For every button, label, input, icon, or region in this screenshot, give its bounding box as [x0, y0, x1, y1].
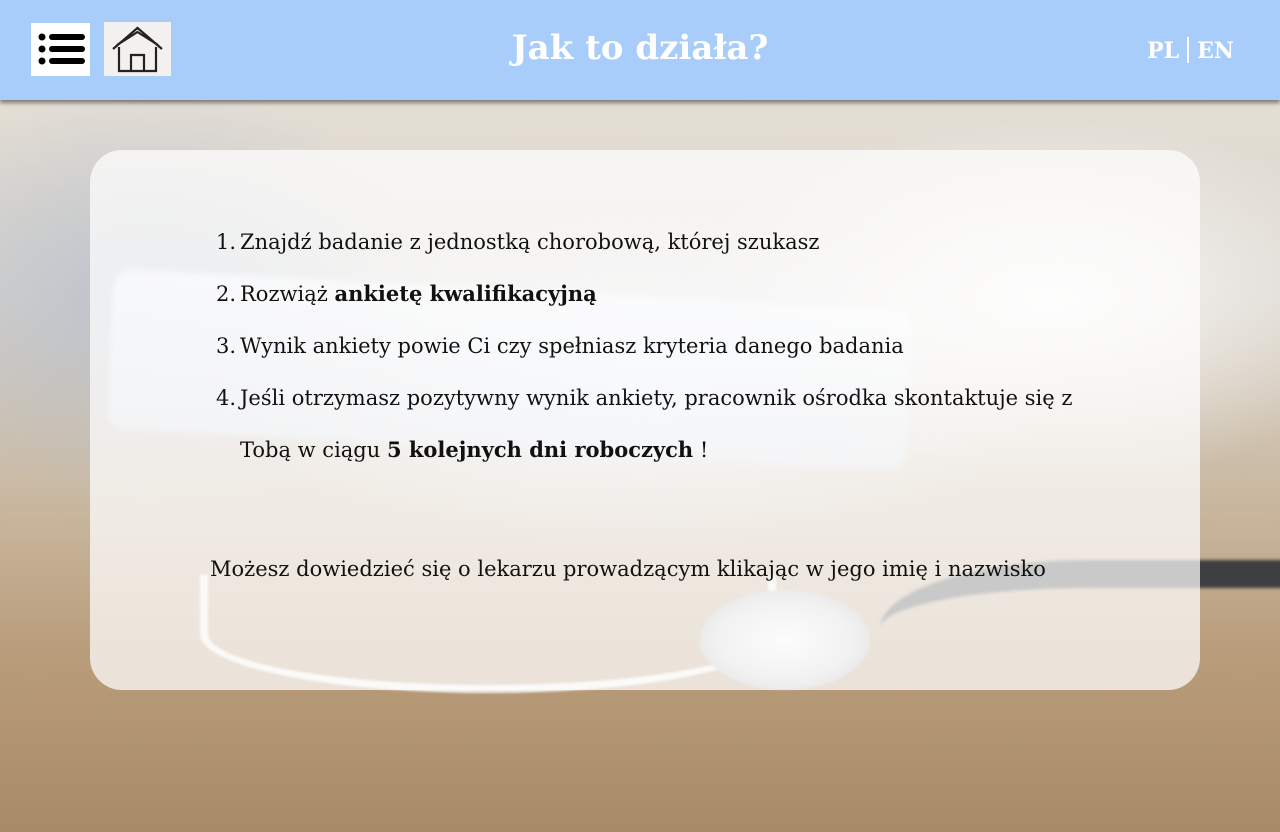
step-item: 1. Znajdź badanie z jednostką chorobową, …: [216, 216, 1120, 268]
top-header-bar: Jak to działa? PL EN: [0, 0, 1280, 100]
home-button[interactable]: [104, 22, 171, 76]
step-text-emphasis: ankietę kwalifikacyjną: [334, 281, 597, 306]
menu-button[interactable]: [31, 23, 90, 76]
language-divider: [1187, 37, 1190, 63]
step-number: 4.: [215, 386, 236, 410]
language-pl-link[interactable]: PL: [1147, 38, 1179, 64]
step-text: Znajdź badanie z jednostką chorobową, kt…: [240, 230, 820, 254]
step-text: Wynik ankiety powie Ci czy spełniasz kry…: [240, 334, 904, 358]
step-number: 2.: [215, 282, 236, 306]
step-item: 3. Wynik ankiety powie Ci czy spełniasz k…: [216, 320, 1120, 372]
step-item: 4. Jeśli otrzymasz pozytywny wynik ankiet…: [216, 372, 1120, 476]
page-title: Jak to działa?: [511, 28, 769, 68]
doctor-info-note: Możesz dowiedzieć się o lekarzu prowadzą…: [210, 557, 1046, 581]
menu-list-icon: [38, 33, 85, 65]
step-text-end: !: [693, 438, 709, 462]
step-number: 1.: [215, 230, 236, 254]
language-en-link[interactable]: EN: [1197, 38, 1234, 64]
info-card: 1. Znajdź badanie z jednostką chorobową, …: [90, 150, 1200, 690]
language-switcher: PL EN: [1147, 36, 1234, 66]
step-number: 3.: [215, 334, 236, 358]
steps-list: 1. Znajdź badanie z jednostką chorobową, …: [216, 216, 1120, 476]
step-item: 2. Rozwiąż ankietę kwalifikacyjną: [216, 268, 1120, 320]
step-text: Rozwiąż: [240, 282, 335, 306]
step-text-emphasis: 5 kolejnych dni roboczych: [386, 437, 694, 462]
home-icon: [112, 26, 163, 73]
